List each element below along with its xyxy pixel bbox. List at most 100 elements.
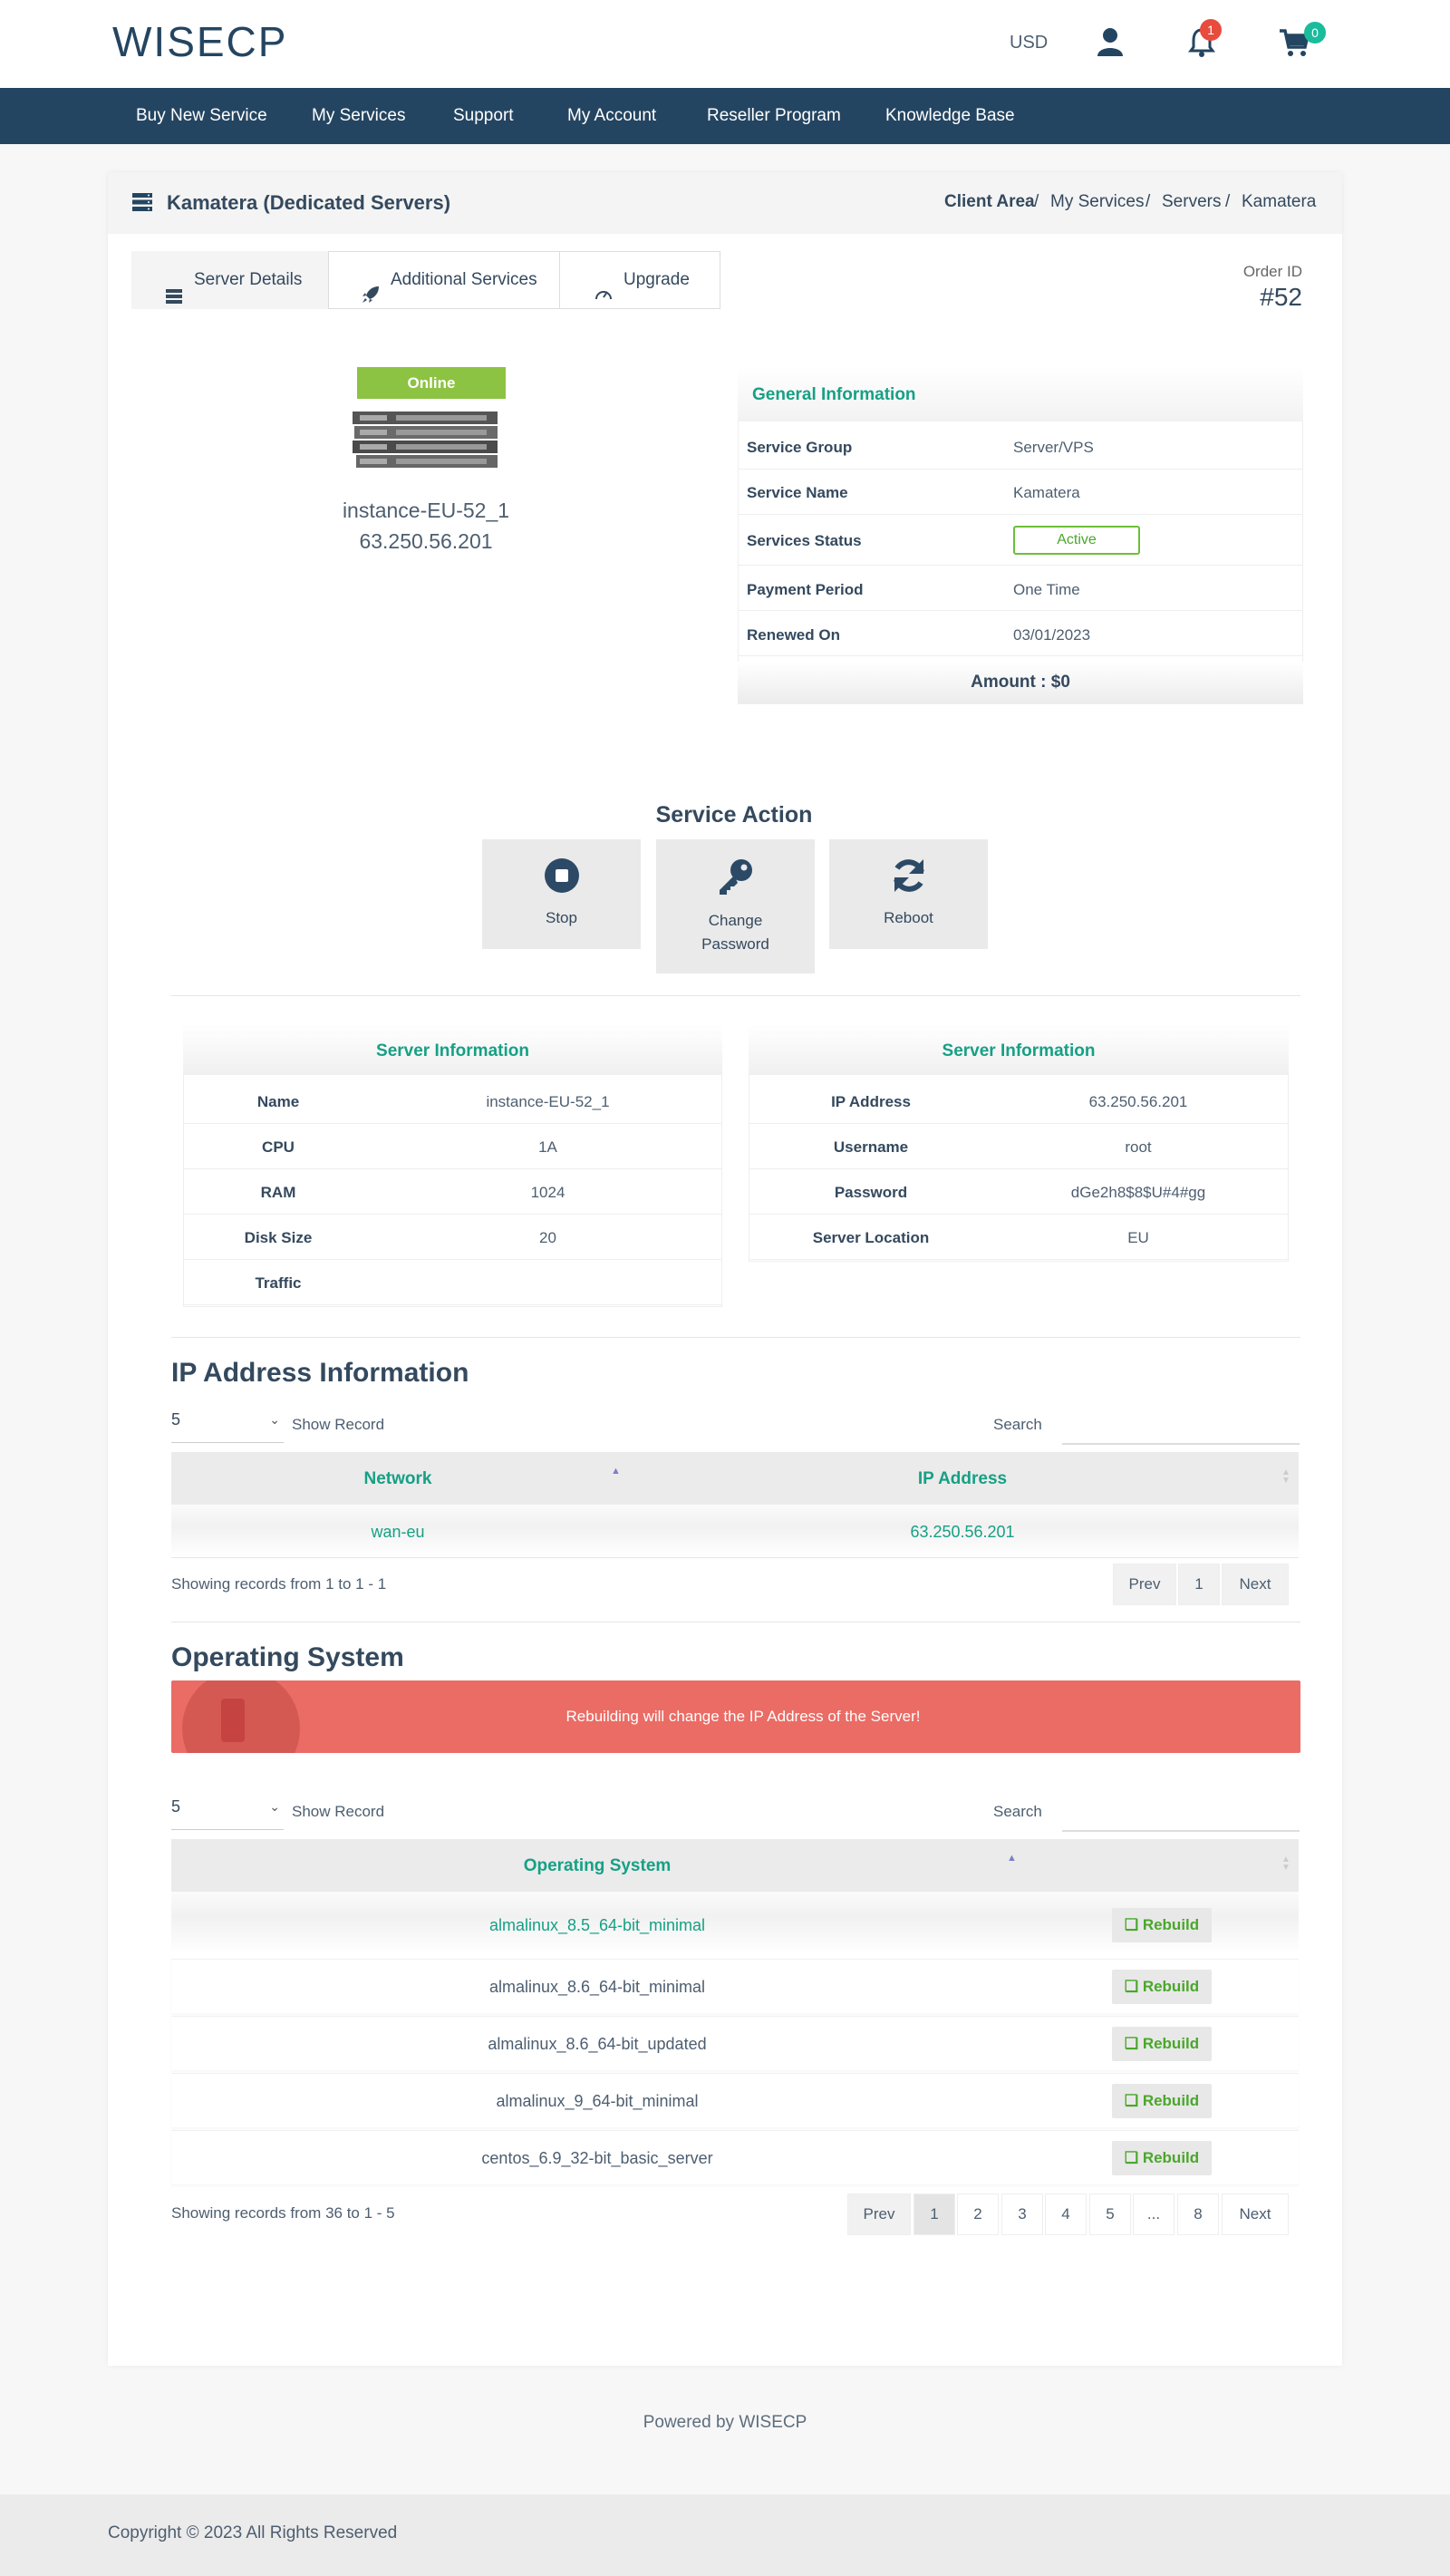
server-icon xyxy=(166,272,182,304)
select-value: 5 xyxy=(171,1797,181,1816)
stop-icon xyxy=(544,857,580,894)
os-name-cell: almalinux_8.6_64-bit_updated xyxy=(488,2035,707,2053)
service-action-title: Service Action xyxy=(655,802,813,828)
wisecp-logo[interactable]: WISECP xyxy=(112,18,312,65)
info-key: Traffic xyxy=(255,1274,302,1292)
info-key: Service Group xyxy=(747,439,853,456)
os-next-button[interactable]: Next xyxy=(1222,2193,1289,2235)
info-value: 1A xyxy=(538,1138,557,1156)
breadcrumb-sep: / xyxy=(1225,192,1231,211)
os-page-1-button[interactable]: 1 xyxy=(914,2193,955,2235)
info-key: Disk Size xyxy=(244,1229,313,1246)
os-page-3-button[interactable]: 3 xyxy=(1001,2193,1043,2235)
ip-showing-records: Showing records from 1 to 1 - 1 xyxy=(171,1575,387,1593)
breadcrumb-my-services[interactable]: My Services xyxy=(1050,192,1144,212)
svg-text:WISECP: WISECP xyxy=(112,20,287,62)
ip-search-input[interactable] xyxy=(1062,1409,1300,1444)
divider xyxy=(171,1337,1300,1338)
server-info-left-title: Server Information xyxy=(183,1024,722,1075)
ip-section-title: IP Address Information xyxy=(171,1358,469,1388)
rebuild-warning-alert: Rebuilding will change the IP Address of… xyxy=(171,1680,1300,1753)
nav-knowledge-base[interactable]: Knowledge Base xyxy=(885,88,1015,144)
sort-both-icon[interactable]: ▲ ▼ xyxy=(1281,1468,1290,1486)
button-label: Reboot xyxy=(884,909,933,926)
general-info-title: General Information xyxy=(752,385,916,404)
change-password-button[interactable]: Change Password xyxy=(656,839,815,973)
breadcrumb-sep: / xyxy=(1146,192,1151,211)
currency-selector[interactable]: USD xyxy=(1010,33,1048,53)
info-key: IP Address xyxy=(831,1093,911,1110)
stop-button[interactable]: Stop xyxy=(482,839,641,949)
show-record-label: Show Record xyxy=(292,1803,385,1820)
os-prev-button[interactable]: Prev xyxy=(847,2193,911,2235)
select-value: 5 xyxy=(171,1410,181,1428)
ip-prev-button[interactable]: Prev xyxy=(1113,1564,1176,1605)
os-search-input[interactable] xyxy=(1062,1796,1300,1831)
tab-additional-services[interactable]: Additional Services xyxy=(328,251,560,309)
order-id-label: Order ID xyxy=(1242,263,1302,280)
amount-total: Amount : $0 xyxy=(738,662,1303,703)
rebuild-button[interactable]: ❏ Rebuild xyxy=(1112,1970,1212,2004)
os-page-4-button[interactable]: 4 xyxy=(1045,2193,1087,2235)
info-key: Services Status xyxy=(747,532,862,549)
sort-asc-icon[interactable]: ▲ xyxy=(611,1466,621,1477)
info-value: 03/01/2023 xyxy=(1013,626,1091,644)
ip-page-1-button[interactable]: 1 xyxy=(1178,1564,1220,1605)
breadcrumb-kamatera: Kamatera xyxy=(1242,192,1317,211)
os-page-size-select[interactable]: 5 ⌄ xyxy=(171,1794,284,1830)
os-name-cell: almalinux_8.6_64-bit_minimal xyxy=(488,1978,706,1996)
main-nav: Buy New Service My Services Support My A… xyxy=(0,88,1450,144)
col-operating-system[interactable]: Operating System xyxy=(171,1856,1023,1876)
online-status-badge: Online xyxy=(357,367,506,399)
copyright: Copyright © 2023 All Rights Reserved xyxy=(108,2523,398,2542)
nav-reseller-program[interactable]: Reseller Program xyxy=(707,88,841,144)
key-icon xyxy=(716,857,754,896)
info-value: 63.250.56.201 xyxy=(1088,1093,1188,1110)
ip-cell: 63.250.56.201 xyxy=(910,1523,1015,1541)
instance-name: instance-EU-52_1 xyxy=(342,499,510,522)
nav-support[interactable]: Support xyxy=(453,88,514,144)
info-key: Name xyxy=(256,1093,300,1110)
col-ip-address[interactable]: IP Address xyxy=(689,1469,1236,1489)
os-page-8-button[interactable]: 8 xyxy=(1177,2193,1219,2235)
breadcrumb-client-area[interactable]: Client Area xyxy=(944,192,1035,212)
user-icon[interactable] xyxy=(1094,25,1126,58)
os-name-cell: almalinux_9_64-bit_minimal xyxy=(496,2092,699,2110)
ip-page-size-select[interactable]: 5 ⌄ xyxy=(171,1407,284,1443)
os-page-5-button[interactable]: 5 xyxy=(1089,2193,1131,2235)
reboot-button[interactable]: Reboot xyxy=(829,839,988,949)
ip-next-button[interactable]: Next xyxy=(1222,1564,1289,1605)
rebuild-button[interactable]: ❏ Rebuild xyxy=(1112,2027,1212,2061)
nav-buy-new-service[interactable]: Buy New Service xyxy=(136,88,267,144)
rebuild-icon: ❏ xyxy=(1124,2149,1139,2166)
col-network[interactable]: Network xyxy=(171,1469,624,1489)
breadcrumb-servers[interactable]: Servers xyxy=(1162,192,1221,212)
tab-server-details[interactable]: Server Details xyxy=(131,251,329,309)
rebuild-icon: ❏ xyxy=(1124,2035,1139,2052)
search-underline xyxy=(1062,1830,1300,1832)
os-name-cell: centos_6.9_32-bit_basic_server xyxy=(481,2149,713,2167)
info-value: 20 xyxy=(539,1229,556,1246)
rebuild-label: Rebuild xyxy=(1142,2035,1200,2052)
nav-my-services[interactable]: My Services xyxy=(312,88,405,144)
info-value: dGe2h8$8$U#4#gg xyxy=(1070,1184,1206,1201)
sort-both-icon[interactable]: ▲ ▼ xyxy=(1281,1855,1290,1873)
sort-asc-icon[interactable]: ▲ xyxy=(1007,1853,1017,1864)
info-value: Server/VPS xyxy=(1013,439,1094,456)
rebuild-button[interactable]: ❏ Rebuild xyxy=(1112,2141,1212,2175)
nav-my-account[interactable]: My Account xyxy=(567,88,656,144)
info-value: instance-EU-52_1 xyxy=(486,1093,610,1110)
gauge-icon xyxy=(594,271,613,300)
info-value: EU xyxy=(1127,1229,1149,1246)
os-page-2-button[interactable]: 2 xyxy=(957,2193,999,2235)
rebuild-icon: ❏ xyxy=(1124,1978,1139,1995)
rebuild-button[interactable]: ❏ Rebuild xyxy=(1112,2084,1212,2118)
tab-upgrade[interactable]: Upgrade xyxy=(559,251,720,309)
cart-badge: 0 xyxy=(1304,22,1326,44)
rebuild-icon: ❏ xyxy=(1124,1916,1139,1933)
chevron-down-icon: ⌄ xyxy=(269,1412,280,1427)
powered-by[interactable]: Powered by WISECP xyxy=(0,2413,1450,2433)
notification-badge: 1 xyxy=(1200,19,1222,41)
rebuild-button[interactable]: ❏ Rebuild xyxy=(1112,1908,1212,1942)
info-key: RAM xyxy=(260,1184,296,1201)
